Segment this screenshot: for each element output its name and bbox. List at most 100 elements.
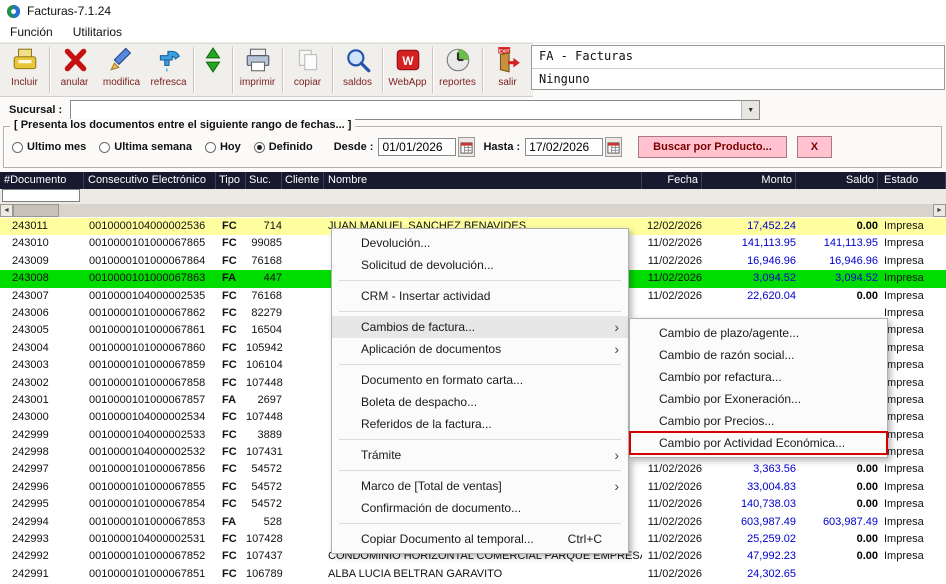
cell-consecutivo: 0010000101000067865 (84, 235, 216, 252)
menu-item-cambio-por-actividad-economica[interactable]: Cambio por Actividad Económica... (630, 432, 887, 454)
chevron-down-icon[interactable]: ▼ (741, 101, 759, 119)
invoice-context-menu: Devolución...Solicitud de devolución... C… (331, 228, 629, 554)
column-header-nombre[interactable]: Nombre (324, 172, 642, 189)
saldos-icon (344, 46, 372, 74)
menu-funcion[interactable]: Función (0, 22, 63, 42)
column-header-estado[interactable]: Estado (878, 172, 946, 189)
cell-consecutivo: 0010000101000067853 (84, 514, 216, 531)
cell-tipo: FC (216, 357, 246, 374)
cell-fecha: 12/02/2026 (642, 218, 702, 235)
menu-item-confirmacion-de-documento[interactable]: Confirmación de documento... (332, 497, 628, 519)
submenu-arrow-icon: › (614, 444, 619, 466)
sucursal-input[interactable] (71, 102, 741, 118)
cell-documento: 242991 (0, 566, 84, 583)
cell-tipo: FC (216, 305, 246, 322)
copiar-button[interactable]: copiar (284, 44, 331, 96)
cell-saldo: 0.00 (796, 461, 878, 478)
desde-calendar-button[interactable] (458, 137, 475, 157)
anular-button[interactable]: anular (51, 44, 98, 96)
saldos-button[interactable]: saldos (334, 44, 381, 96)
menu-item-label: Boleta de despacho... (361, 395, 477, 409)
menu-item-crm-insertar-actividad[interactable]: CRM - Insertar actividad (332, 285, 628, 307)
column-header-fecha[interactable]: Fecha (642, 172, 702, 189)
cell-spacer (282, 409, 324, 426)
document-type-selected[interactable]: FA - Facturas (532, 46, 944, 69)
horizontal-scrollbar[interactable]: ◄ ► (0, 204, 946, 217)
menu-item-cambio-por-precios[interactable]: Cambio por Precios... (630, 410, 887, 432)
sucursal-combobox[interactable]: ▼ (70, 100, 760, 120)
menu-item-solicitud-de-devolucion[interactable]: Solicitud de devolución... (332, 254, 628, 276)
cell-documento: 243000 (0, 409, 84, 426)
reportes-button[interactable]: reportes (434, 44, 481, 96)
cell-cliente: 106789 (246, 566, 282, 583)
date-range-radio-group: Ultimo mes Ultima semana Hoy Definido (12, 141, 326, 153)
menu-item-devolucion[interactable]: Devolución... (332, 232, 628, 254)
invoice-row-242991[interactable]: 2429910010000101000067851FC106789ALBA LU… (0, 566, 946, 583)
radio-hoy[interactable]: Hoy (205, 141, 241, 153)
column-header-tipo[interactable]: Tipo (216, 172, 246, 189)
cell-saldo: 0.00 (796, 496, 878, 513)
menu-separator (339, 364, 621, 365)
move-up-down-button[interactable] (195, 44, 231, 96)
menu-item-marco-de-total-de-ventas[interactable]: Marco de [Total de ventas]› (332, 475, 628, 497)
menu-item-aplicacion-de-documentos[interactable]: Aplicación de documentos› (332, 338, 628, 360)
modifica-button[interactable]: modifica (98, 44, 145, 96)
refresca-button[interactable]: refresca (145, 44, 192, 96)
radio-definido[interactable]: Definido (254, 141, 313, 153)
menu-item-cambios-de-factura[interactable]: Cambios de factura...› (332, 316, 628, 338)
cell-documento: 243001 (0, 392, 84, 409)
menu-item-copiar-documento-al-temporal[interactable]: Copiar Documento al temporal...Ctrl+C (332, 528, 628, 550)
calendar-icon (607, 141, 620, 154)
cell-tipo: FC (216, 548, 246, 565)
menu-item-referidos-de-la-factura[interactable]: Referidos de la factura... (332, 413, 628, 435)
incluir-button[interactable]: Incluir (1, 44, 48, 96)
column-header-saldo[interactable]: Saldo (796, 172, 878, 189)
menu-item-tramite[interactable]: Trámite› (332, 444, 628, 466)
webapp-button[interactable]: W WebApp (384, 44, 431, 96)
cell-fecha: 11/02/2026 (642, 235, 702, 252)
cell-consecutivo: 0010000104000002534 (84, 409, 216, 426)
toolbar-separator (49, 47, 50, 93)
column-header-cliente[interactable]: Cliente (282, 172, 324, 189)
radio-ultima-semana[interactable]: Ultima semana (99, 141, 192, 153)
menu-item-cambio-por-exoneracion[interactable]: Cambio por Exoneración... (630, 388, 887, 410)
menu-item-documento-en-formato-carta[interactable]: Documento en formato carta... (332, 369, 628, 391)
cell-monto: 141,113.95 (702, 235, 796, 252)
cell-spacer (282, 375, 324, 392)
column-header-documento[interactable]: #Documento (0, 172, 84, 189)
cell-cliente: 106104 (246, 357, 282, 374)
cell-saldo: 3,094.52 (796, 270, 878, 287)
column-header-sucursal[interactable]: Suc. (246, 172, 282, 189)
menu-item-cambio-de-razon-social[interactable]: Cambio de razón social... (630, 344, 887, 366)
hasta-date-field[interactable] (525, 138, 603, 156)
scrollbar-thumb[interactable] (13, 204, 59, 217)
salir-button[interactable]: EXIT salir (484, 44, 531, 96)
menu-utilitarios[interactable]: Utilitarios (63, 22, 132, 42)
cell-consecutivo: 0010000101000067856 (84, 461, 216, 478)
cell-saldo: 141,113.95 (796, 235, 878, 252)
menu-item-boleta-de-despacho[interactable]: Boleta de despacho... (332, 391, 628, 413)
clear-search-button[interactable]: X (797, 136, 832, 158)
menu-item-cambio-de-plazo-agente[interactable]: Cambio de plazo/agente... (630, 322, 887, 344)
radio-ultimo-mes[interactable]: Ultimo mes (12, 141, 86, 153)
toolbar-separator (232, 47, 233, 93)
document-type-panel: FA - Facturas Ninguno (531, 45, 945, 90)
cell-documento: 243008 (0, 270, 84, 287)
grid-header: #Documento Consecutivo Electrónico Tipo … (0, 172, 946, 189)
cell-documento: 243010 (0, 235, 84, 252)
scroll-right-icon[interactable]: ► (933, 204, 946, 217)
hasta-calendar-button[interactable] (605, 137, 622, 157)
document-type-filter[interactable]: Ninguno (532, 69, 944, 91)
cell-spacer (282, 392, 324, 409)
column-header-monto[interactable]: Monto (702, 172, 796, 189)
buscar-por-producto-button[interactable]: Buscar por Producto... (638, 136, 787, 158)
column-header-consecutivo[interactable]: Consecutivo Electrónico (84, 172, 216, 189)
scrollbar-track[interactable] (59, 204, 933, 217)
documento-filter-input[interactable] (2, 189, 80, 202)
cell-tipo: FC (216, 340, 246, 357)
imprimir-button[interactable]: imprimir (234, 44, 281, 96)
desde-date-field[interactable] (378, 138, 456, 156)
scroll-left-icon[interactable]: ◄ (0, 204, 13, 217)
menu-item-cambio-por-refactura[interactable]: Cambio por refactura... (630, 366, 887, 388)
cell-estado: Impresa (878, 444, 946, 461)
